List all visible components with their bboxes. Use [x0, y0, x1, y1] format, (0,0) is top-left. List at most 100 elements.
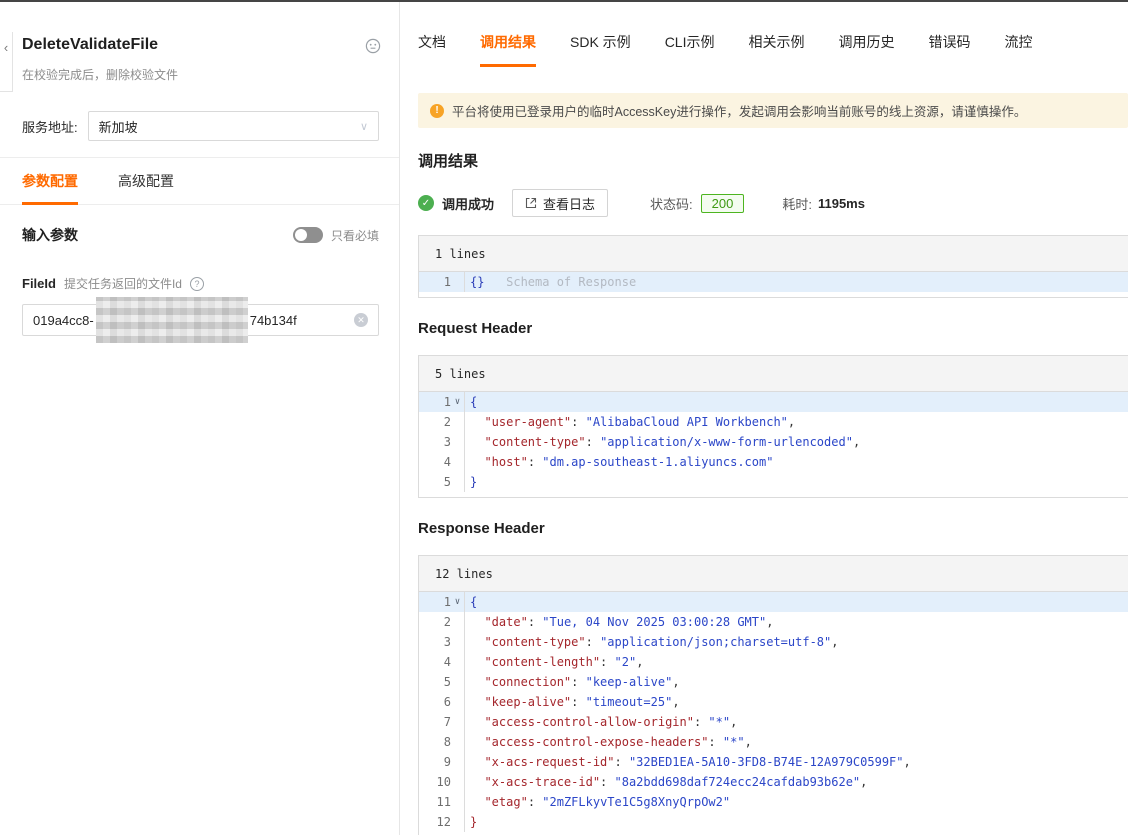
duration-label: 耗时: — [782, 196, 812, 212]
line-number: 10 — [436, 775, 451, 789]
fileid-value-suffix: 74b134f — [249, 312, 297, 328]
code-text: "access-control-expose-headers": "*", — [484, 735, 752, 749]
line-number: 2 — [443, 415, 451, 429]
endpoint-select[interactable]: 新加坡 ∨ — [87, 111, 379, 141]
code-line: 4 "content-length": "2", — [419, 652, 1128, 672]
line-number: 8 — [443, 735, 451, 749]
fold-chevron-icon[interactable]: ∨ — [451, 392, 464, 412]
line-number: 4 — [443, 455, 451, 469]
tab-call-result[interactable]: 调用结果 — [480, 32, 536, 67]
tab-call-history[interactable]: 调用历史 — [838, 32, 894, 67]
external-link-icon — [525, 197, 537, 209]
fileid-input[interactable]: 019a4cc8- 74b134f ✕ — [22, 297, 379, 343]
warning-icon: ! — [430, 103, 444, 118]
line-number: 3 — [443, 635, 451, 649]
api-title: DeleteValidateFile — [22, 36, 159, 53]
view-log-button[interactable]: 查看日志 — [512, 189, 609, 217]
status-code-label: 状态码: — [650, 196, 693, 212]
redacted-value-segment — [95, 297, 248, 343]
tab-throttling[interactable]: 流控 — [1004, 32, 1032, 67]
feedback-face-icon[interactable] — [365, 38, 381, 59]
code-editor[interactable]: 1 ∨ {2 "date": "Tue, 04 Nov 2025 03:00:28 … — [419, 592, 1128, 835]
tab-cli-examples[interactable]: CLI示例 — [665, 32, 715, 67]
toggle-knob — [294, 229, 307, 241]
response-schema-block: 1 lines 1 {} Schema of Response — [418, 235, 1128, 298]
line-number: 1 — [443, 395, 451, 409]
success-check-icon: ✓ — [418, 195, 434, 211]
request-header-block: 5 lines 1 ∨ {2 "user-agent": "AlibabaCloud… — [418, 355, 1128, 498]
code-text: "content-type": "application/json;charse… — [484, 635, 839, 649]
code-line: 1 ∨ { — [419, 392, 1128, 412]
code-block-header: 5 lines — [419, 356, 1128, 392]
status-code-badge: 200 — [700, 193, 745, 213]
main-tabs: 文档 调用结果 SDK 示例 CLI示例 相关示例 调用历史 错误码 流控 — [418, 32, 1128, 67]
help-icon[interactable]: ? — [189, 276, 204, 291]
code-text: "user-agent": "AlibabaCloud API Workbenc… — [484, 415, 796, 429]
code-text: { — [470, 595, 478, 609]
line-number: 4 — [443, 655, 451, 669]
line-number: 9 — [443, 755, 451, 769]
fileid-value-prefix: 019a4cc8- — [33, 312, 94, 328]
line-number: 5 — [443, 475, 451, 489]
call-status-row: ✓ 调用成功 查看日志 状态码: 200 耗时: 1195ms — [418, 189, 1128, 217]
code-line: 5 "connection": "keep-alive", — [419, 672, 1128, 692]
code-editor[interactable]: 1 {} Schema of Response — [419, 272, 1128, 297]
line-number: 1 — [443, 275, 451, 289]
code-line: 1 ∨ { — [419, 592, 1128, 612]
code-text: "content-length": "2", — [484, 655, 644, 669]
code-block-header: 12 lines — [419, 556, 1128, 592]
code-text: {} Schema of Response — [470, 275, 637, 289]
line-number: 7 — [443, 715, 451, 729]
warning-text: 平台将使用已登录用户的临时AccessKey进行操作，发起调用会影响当前账号的线… — [452, 105, 1027, 119]
code-text: "x-acs-request-id": "32BED1EA-5A10-3FD8-… — [484, 755, 911, 769]
required-only-toggle[interactable] — [292, 227, 323, 243]
code-text: } — [470, 475, 478, 489]
code-line: 3 "content-type": "application/json;char… — [419, 632, 1128, 652]
tab-docs[interactable]: 文档 — [418, 32, 446, 67]
fold-chevron-icon[interactable]: ∨ — [451, 592, 464, 612]
request-header-title: Request Header — [418, 320, 533, 337]
code-line: 2 "user-agent": "AlibabaCloud API Workbe… — [419, 412, 1128, 432]
code-line: 7 "access-control-allow-origin": "*", — [419, 712, 1128, 732]
tab-sdk-examples[interactable]: SDK 示例 — [570, 32, 631, 67]
call-result-title: 调用结果 — [418, 153, 479, 170]
code-text: "content-type": "application/x-www-form-… — [484, 435, 861, 449]
code-text: "date": "Tue, 04 Nov 2025 03:00:28 GMT", — [484, 615, 774, 629]
endpoint-label: 服务地址: — [22, 119, 78, 135]
line-number: 12 — [436, 815, 451, 829]
clear-input-icon[interactable]: ✕ — [354, 313, 368, 327]
code-line: 3 "content-type": "application/x-www-for… — [419, 432, 1128, 452]
endpoint-selected-value: 新加坡 — [98, 119, 138, 135]
code-line: 11 "etag": "2mZFLkyvTe1C5g8XnyQrpOw2" — [419, 792, 1128, 812]
left-panel-tabs: 参数配置 高级配置 — [0, 158, 399, 205]
code-line: 9 "x-acs-request-id": "32BED1EA-5A10-3FD… — [419, 752, 1128, 772]
line-number: 1 — [443, 595, 451, 609]
tab-related-examples[interactable]: 相关示例 — [748, 32, 804, 67]
tab-param-config[interactable]: 参数配置 — [22, 158, 78, 205]
code-block-header: 1 lines — [419, 236, 1128, 272]
call-success-label: 调用成功 — [442, 196, 495, 212]
collapse-panel-button[interactable]: ‹ — [0, 32, 13, 92]
line-number: 6 — [443, 695, 451, 709]
code-text: "x-acs-trace-id": "8a2bdd698daf724ecc24c… — [484, 775, 868, 789]
tab-advanced-config[interactable]: 高级配置 — [118, 158, 174, 205]
code-line: 4 "host": "dm.ap-southeast-1.aliyuncs.co… — [419, 452, 1128, 472]
tab-error-codes[interactable]: 错误码 — [928, 32, 970, 67]
result-panel: 文档 调用结果 SDK 示例 CLI示例 相关示例 调用历史 错误码 流控 ! … — [400, 2, 1128, 835]
line-number: 5 — [443, 675, 451, 689]
accesskey-warning-banner: ! 平台将使用已登录用户的临时AccessKey进行操作，发起调用会影响当前账号… — [418, 93, 1128, 128]
api-params-panel: ‹ DeleteValidateFile 在校验完成后，删除校验文件 服务地址:… — [0, 2, 400, 835]
code-line: 2 "date": "Tue, 04 Nov 2025 03:00:28 GMT… — [419, 612, 1128, 632]
code-editor[interactable]: 1 ∨ {2 "user-agent": "AlibabaCloud API Wor… — [419, 392, 1128, 497]
code-text: } — [470, 815, 478, 829]
field-description: 提交任务返回的文件Id — [63, 277, 182, 291]
code-line: 10 "x-acs-trace-id": "8a2bdd698daf724ecc… — [419, 772, 1128, 792]
api-description: 在校验完成后，删除校验文件 — [22, 68, 179, 82]
field-name-fileid: FileId — [22, 276, 56, 291]
code-text: "etag": "2mZFLkyvTe1C5g8XnyQrpOw2" — [484, 795, 731, 809]
required-only-label: 只看必填 — [330, 228, 379, 243]
code-text: "host": "dm.ap-southeast-1.aliyuncs.com" — [484, 455, 774, 469]
view-log-label: 查看日志 — [543, 196, 596, 212]
chevron-down-icon: ∨ — [359, 120, 368, 133]
code-line: 1 {} Schema of Response — [419, 272, 1128, 292]
